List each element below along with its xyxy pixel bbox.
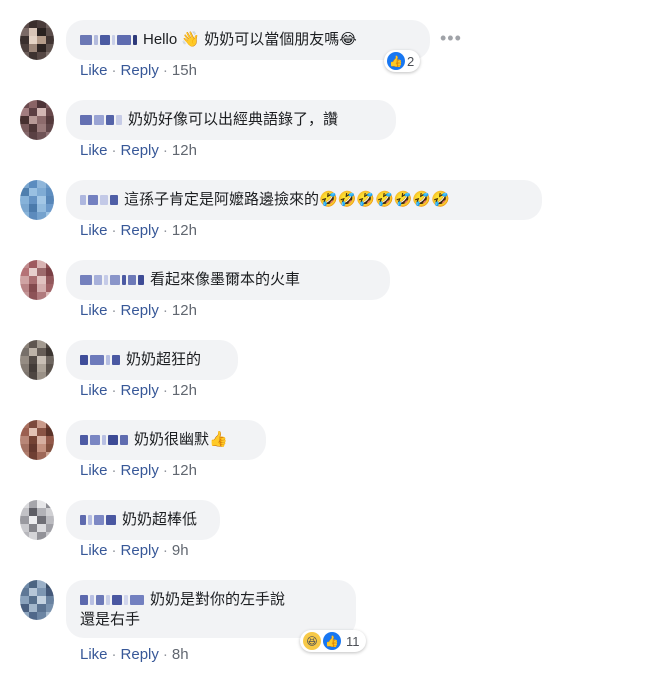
reaction-summary[interactable]: 😆 👍 11 <box>300 630 366 652</box>
separator: · <box>162 542 168 559</box>
comment-line-1: 奶奶是對你的左手說 <box>80 590 342 610</box>
avatar[interactable] <box>20 580 54 620</box>
comment-bubble: 奶奶超棒低 <box>66 500 220 540</box>
comment-actions: Like · Reply · 12h <box>80 142 197 159</box>
separator: · <box>162 382 168 399</box>
timestamp[interactable]: 12h <box>172 382 197 399</box>
separator: · <box>111 542 117 559</box>
reply-link[interactable]: Reply <box>121 302 159 319</box>
author-name[interactable] <box>80 193 118 207</box>
comment-actions: Like · Reply · 12h <box>80 222 197 239</box>
comment-text: 看起來像墨爾本的火車 <box>150 271 301 288</box>
separator: · <box>111 222 117 239</box>
author-name[interactable] <box>80 433 128 447</box>
comment-bubble: 奶奶超狂的 <box>66 340 238 380</box>
separator: · <box>162 222 168 239</box>
comment-actions: Like · Reply · 15h <box>80 62 197 79</box>
comment-actions: Like · Reply · 8h <box>80 646 189 663</box>
like-link[interactable]: Like <box>80 302 108 319</box>
reply-link[interactable]: Reply <box>121 646 159 663</box>
separator: · <box>162 462 168 479</box>
comment-text: 這孫子肯定是阿嬤路邊撿來的🤣🤣🤣🤣🤣🤣🤣 <box>124 191 450 208</box>
like-icon: 👍 <box>387 52 405 70</box>
reply-link[interactable]: Reply <box>121 382 159 399</box>
reply-link[interactable]: Reply <box>121 142 159 159</box>
author-name[interactable] <box>80 113 122 127</box>
timestamp[interactable]: 9h <box>172 542 189 559</box>
timestamp[interactable]: 12h <box>172 142 197 159</box>
author-name[interactable] <box>80 33 137 47</box>
author-name[interactable] <box>80 593 144 607</box>
comment-bubble: 奶奶好像可以出經典語錄了，讚 <box>66 100 396 140</box>
comment-actions: Like · Reply · 12h <box>80 302 197 319</box>
like-link[interactable]: Like <box>80 542 108 559</box>
comment-bubble: 奶奶很幽默👍 <box>66 420 266 460</box>
haha-icon: 😆 <box>303 632 321 650</box>
timestamp[interactable]: 15h <box>172 62 197 79</box>
comment-bubble: 看起來像墨爾本的火車 <box>66 260 390 300</box>
avatar[interactable] <box>20 500 54 540</box>
avatar[interactable] <box>20 20 54 60</box>
like-link[interactable]: Like <box>80 142 108 159</box>
timestamp[interactable]: 12h <box>172 462 197 479</box>
comment-text: 奶奶很幽默👍 <box>134 431 228 448</box>
reply-link[interactable]: Reply <box>121 222 159 239</box>
like-link[interactable]: Like <box>80 222 108 239</box>
separator: · <box>111 382 117 399</box>
separator: · <box>162 62 168 79</box>
avatar[interactable] <box>20 100 54 140</box>
separator: · <box>162 302 168 319</box>
like-link[interactable]: Like <box>80 462 108 479</box>
separator: · <box>111 462 117 479</box>
comment-text: Hello 👋 奶奶可以當個朋友嗎😂 <box>143 31 357 48</box>
author-name[interactable] <box>80 513 116 527</box>
more-options-icon[interactable]: ••• <box>440 28 462 49</box>
comment-text: 奶奶超棒低 <box>122 511 198 528</box>
comment-actions: Like · Reply · 12h <box>80 382 197 399</box>
timestamp[interactable]: 12h <box>172 302 197 319</box>
avatar[interactable] <box>20 340 54 380</box>
separator: · <box>111 62 117 79</box>
separator: · <box>111 646 117 663</box>
separator: · <box>111 142 117 159</box>
separator: · <box>162 142 168 159</box>
timestamp[interactable]: 12h <box>172 222 197 239</box>
comment-text-line-1: 奶奶是對你的左手說 <box>150 591 286 608</box>
timestamp[interactable]: 8h <box>172 646 189 663</box>
comment-bubble: Hello 👋 奶奶可以當個朋友嗎😂 <box>66 20 430 60</box>
comment-text: 奶奶好像可以出經典語錄了，讚 <box>128 111 339 128</box>
like-link[interactable]: Like <box>80 646 108 663</box>
reaction-count: 2 <box>407 53 415 69</box>
separator: · <box>162 646 168 663</box>
reply-link[interactable]: Reply <box>121 542 159 559</box>
reply-link[interactable]: Reply <box>121 462 159 479</box>
comment-text-line-2: 還是右手 <box>80 611 141 628</box>
avatar[interactable] <box>20 420 54 460</box>
comment-actions: Like · Reply · 12h <box>80 462 197 479</box>
like-link[interactable]: Like <box>80 382 108 399</box>
comment-text: 奶奶超狂的 <box>126 351 202 368</box>
reaction-count: 11 <box>346 633 360 649</box>
like-link[interactable]: Like <box>80 62 108 79</box>
author-name[interactable] <box>80 273 144 287</box>
separator: · <box>111 302 117 319</box>
like-icon: 👍 <box>323 632 341 650</box>
comment-bubble: 這孫子肯定是阿嬤路邊撿來的🤣🤣🤣🤣🤣🤣🤣 <box>66 180 542 220</box>
reply-link[interactable]: Reply <box>121 62 159 79</box>
avatar[interactable] <box>20 180 54 220</box>
avatar[interactable] <box>20 260 54 300</box>
author-name[interactable] <box>80 353 120 367</box>
comment-actions: Like · Reply · 9h <box>80 542 189 559</box>
reaction-summary[interactable]: 👍 2 <box>384 50 421 72</box>
